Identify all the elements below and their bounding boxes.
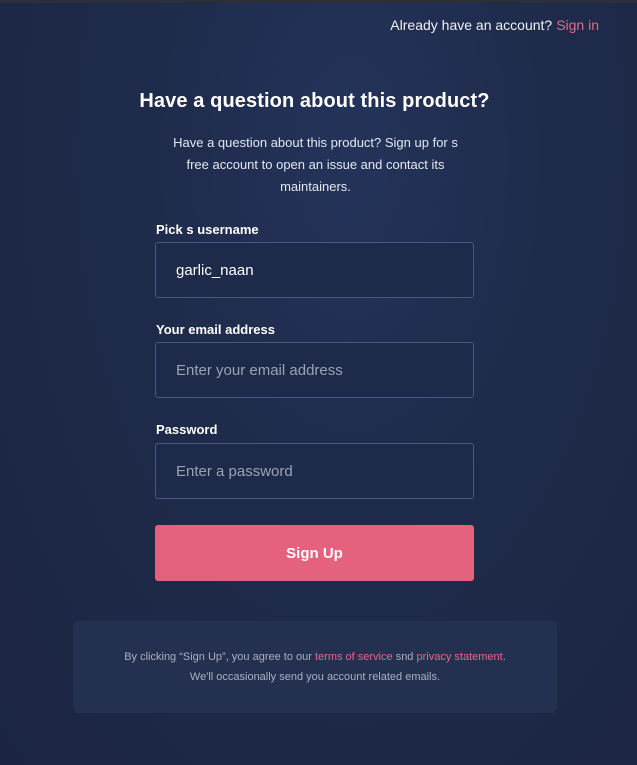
email-field[interactable] xyxy=(155,342,474,398)
privacy-statement-link[interactable]: privacy statement xyxy=(417,651,503,663)
terms-of-service-link[interactable]: terms of service xyxy=(315,651,393,663)
account-prompt-text: Already have an account? xyxy=(390,17,553,33)
terms-text-before: By clicking “Sign Up”, you agree to our xyxy=(124,651,312,663)
sign-in-link[interactable]: Sign in xyxy=(556,17,599,33)
terms-and-text: snd xyxy=(395,651,414,663)
terms-notice: By clicking “Sign Up”, you agree to our … xyxy=(73,621,557,713)
email-label: Your email address xyxy=(156,322,275,337)
password-label: Password xyxy=(156,422,218,437)
account-prompt: Already have an account? Sign in xyxy=(390,17,599,33)
signup-page: Already have an account? Sign in Have a q… xyxy=(0,0,637,765)
page-title: Have a question about this product? xyxy=(139,90,490,112)
page-subtitle: Have a question about this product? Sign… xyxy=(173,135,458,194)
username-field[interactable] xyxy=(155,242,474,298)
sign-up-button[interactable]: Sign Up xyxy=(155,525,474,581)
username-label: Pick s username xyxy=(156,222,259,237)
password-field[interactable] xyxy=(155,443,474,499)
